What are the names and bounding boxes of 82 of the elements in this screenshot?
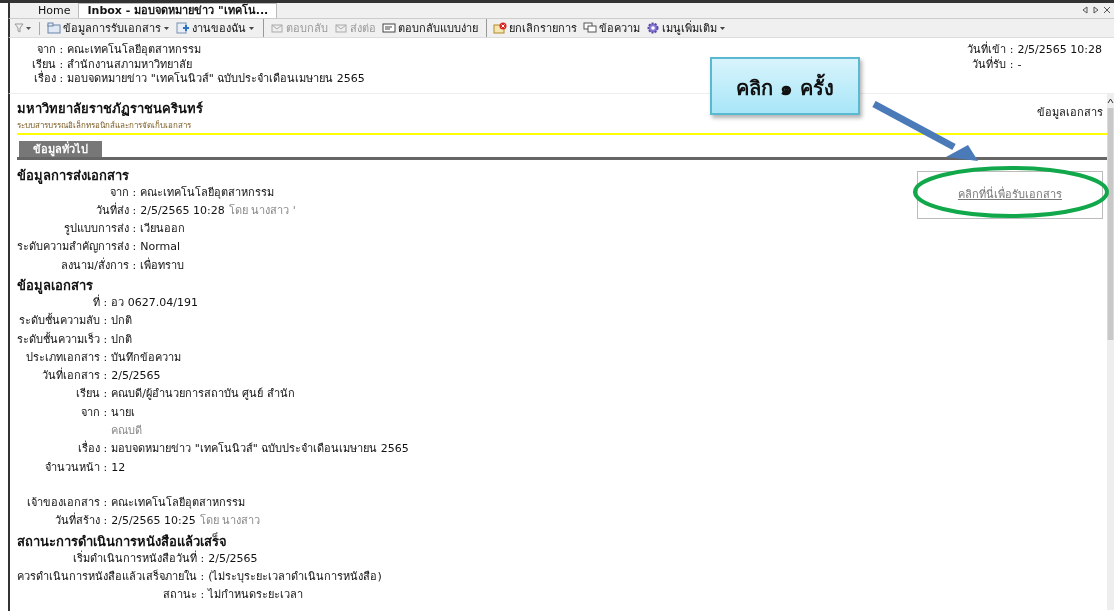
field-value: มอบจดหมายข่าว "เทคโนนิวส์" ฉบับประจำเดือนเมษายน 2565 [67, 72, 365, 87]
field-label: จาก : [81, 405, 108, 419]
gear-icon [646, 22, 660, 34]
field-value: (ไม่ระบุระยะเวลาดำเนินการหนังสือ) [208, 569, 382, 583]
field-value: อว 0627.04/191 [111, 296, 198, 309]
document-info-link[interactable]: ข้อมูลเอกสาร [1037, 102, 1103, 121]
tab[interactable]: ข้อมูลทั่วไป [19, 140, 102, 157]
field-label: ควรดำเนินการหนังสือแล้วเสร็จภายใน : [17, 569, 205, 583]
field-value: 2/5/2565 10:28 [140, 203, 225, 217]
field-value: ไม่กำหนดระยะเวลา [208, 588, 304, 602]
field-label: เริ่มดำเนินการหนังสือวันที่ : [73, 551, 205, 565]
field-value: สำนักงานสภามหาวิทยาลัย [67, 57, 194, 72]
note-text: คณบดี [111, 424, 143, 438]
field-value: 12 [111, 460, 126, 474]
document-plus-icon [176, 22, 190, 34]
caret-icon [248, 25, 255, 31]
envelope-icon [382, 22, 396, 34]
document-title: มหาวิทยาลัยราชภัฏราชนครินทร์ [17, 99, 203, 118]
field-value: เวียนออก [140, 222, 186, 236]
field-label: วันที่ส่ง : [96, 203, 137, 217]
section-heading: สถานะการดำเนินการหนังสือแล้วเสร็จ [17, 532, 228, 550]
field-label: จาก : [110, 185, 137, 199]
section-heading: ข้อมูลเอกสาร [17, 277, 93, 294]
field-label: สถานะ : [163, 588, 205, 602]
envelope-icon [334, 22, 348, 34]
tab[interactable]: Inbox - มอบจดหมายข่าว "เทคโน... [78, 3, 278, 18]
toolbar-button[interactable]: ตอบกลับแบบง่าย [380, 19, 480, 37]
field-label: วันที่เข้า : [967, 43, 1014, 56]
field-value: คณะเทคโนโลยีอุตสาหกรรม [67, 43, 203, 58]
field-value: 2/5/2565 10:25 [111, 514, 196, 528]
speech-bubbles-icon [583, 22, 597, 34]
tab-scroll-icon[interactable] [1082, 6, 1112, 14]
field-label: ระดับชั้นความเร็ว : [17, 332, 108, 346]
note-text: โดย นางสาว [199, 514, 261, 528]
field-value: 2/5/2565 [208, 551, 258, 565]
note-text: โดย นางสาว ' [228, 203, 296, 217]
section-heading: ข้อมูลการส่งเอกสาร [17, 166, 130, 184]
caret-icon [719, 25, 726, 31]
field-label: วันที่รับ : [971, 57, 1014, 72]
toolbar-button[interactable]: เมนูเพิ่มเติม [644, 19, 728, 37]
caret-icon [163, 25, 170, 31]
field-value: คณะเทคโนโลยีอุตสาหกรรม [140, 185, 275, 199]
toolbar-button[interactable]: งานของฉัน [174, 19, 257, 37]
tab[interactable]: Home [30, 4, 79, 18]
field-label: วันที่เอกสาร : [42, 369, 108, 383]
field-label: วันที่สร้าง : [55, 514, 108, 528]
field-label: จำนวนหน้า : [45, 460, 108, 474]
field-value: ปกติ [111, 314, 133, 328]
field-label: รูปแบบการส่ง : [64, 222, 137, 236]
field-value: 2/5/2565 [111, 369, 161, 383]
field-value: นายเ [111, 405, 136, 419]
field-label: เรื่อง : [33, 72, 64, 87]
field-value: ปกติ [111, 332, 133, 346]
folder-icon [47, 22, 61, 34]
envelope-icon [270, 22, 284, 34]
field-label: เรียน : [76, 387, 108, 401]
filter-icon[interactable] [14, 23, 32, 33]
field-value: Normal [140, 240, 180, 254]
field-label: ลงนาม/สั่งการ : [61, 258, 137, 272]
field-value: มอบจดหมายข่าว "เทคโนนิวส์" ฉบับประจำเดือนเมษายน 2565 [111, 442, 409, 456]
field-value: บันทึกข้อความ [111, 350, 182, 364]
field-label: เจ้าของเอกสาร : [27, 495, 108, 509]
cancel-icon [493, 22, 507, 34]
field-value: 2/5/2565 10:28 [1017, 43, 1102, 58]
field-label: เรียน : [32, 57, 64, 71]
receive-document-button[interactable]: คลิกที่นี่เพื่อรับเอกสาร [917, 170, 1103, 219]
field-label: เรื่อง : [78, 442, 108, 456]
field-value: คณบดี/ผู้อำนวยการสถาบัน ศูนย์ สำนัก [111, 387, 295, 401]
field-value: - [1017, 57, 1023, 72]
field-label: ที่ : [93, 296, 108, 309]
callout-box: คลิก ๑ ครั้ง [710, 57, 860, 115]
field-value: เพื่อทราบ [140, 258, 185, 272]
field-label: ระดับชั้นความลับ : [19, 314, 108, 328]
document-subtitle: ระบบสารบรรณอิเล็กทรอนิกส์และการจัดเก็บเอกสาร [17, 120, 192, 131]
field-label: จาก : [36, 43, 64, 58]
field-label: ประเภทเอกสาร : [26, 350, 108, 364]
toolbar-button[interactable]: ข้อมูลการรับเอกสาร [45, 19, 172, 37]
scrollbar[interactable] [1107, 93, 1114, 610]
toolbar-button[interactable]: ยกเลิกรายการ [486, 19, 579, 37]
field-label: ระดับความสำคัญการส่ง : [17, 240, 137, 254]
field-value: คณะเทคโนโลยีอุตสาหกรรม [111, 495, 246, 509]
toolbar-button[interactable]: ข้อความ [581, 19, 642, 37]
